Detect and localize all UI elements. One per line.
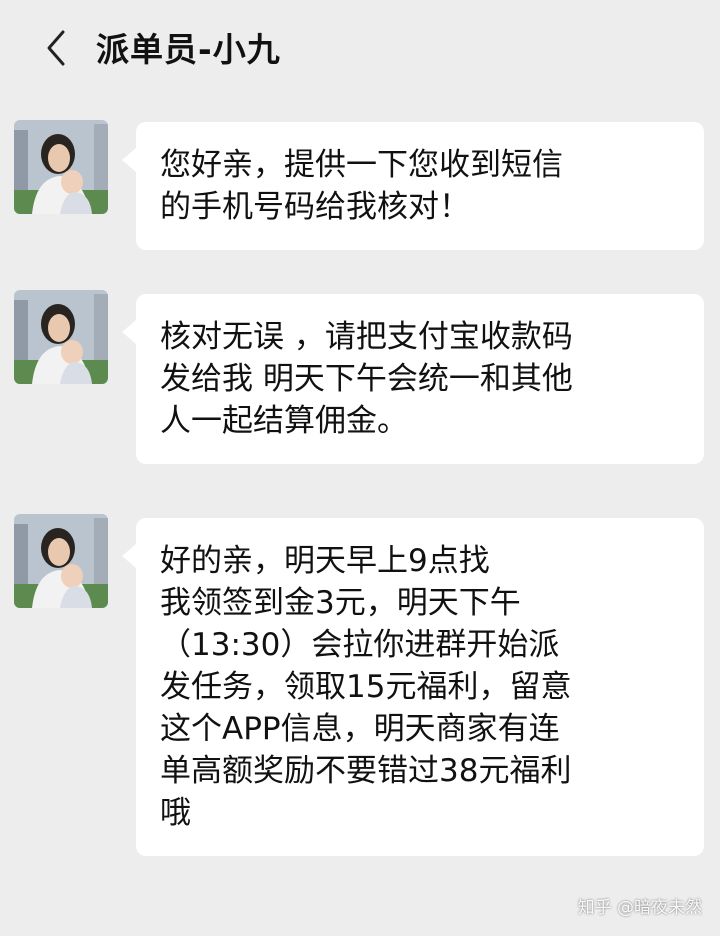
back-button[interactable]	[36, 28, 76, 72]
message-bubble[interactable]: 您好亲，提供一下您收到短信 的手机号码给我核对！	[122, 122, 704, 250]
sender-avatar[interactable]	[14, 514, 108, 608]
sender-avatar[interactable]	[14, 120, 108, 214]
chat-title: 派单员-小九	[96, 30, 281, 69]
message-bubble[interactable]: 好的亲，明天早上9点找 我领签到金3元，明天下午 （13:30）会拉你进群开始派…	[122, 518, 704, 856]
message-bubble[interactable]: 核对无误 ，请把支付宝收款码 发给我 明天下午会统一和其他 人一起结算佣金。	[122, 294, 704, 464]
watermark: 知乎 @暗夜未然	[577, 898, 702, 918]
chevron-left-icon	[45, 29, 67, 71]
chat-header: 派单员-小九	[0, 0, 720, 104]
sender-avatar[interactable]	[14, 290, 108, 384]
